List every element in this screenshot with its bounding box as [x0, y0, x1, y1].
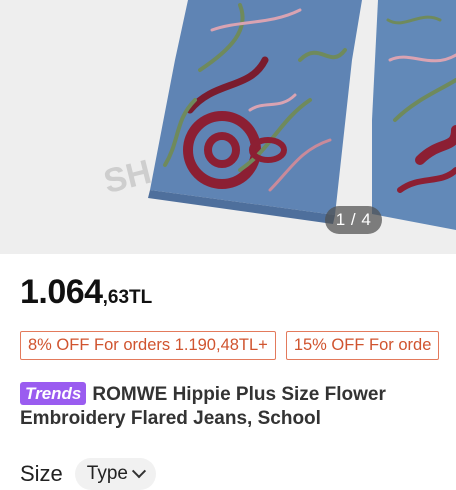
- product-image-gallery[interactable]: SH 1 / 4: [0, 0, 456, 254]
- coupon-badge[interactable]: 15% OFF For orde: [285, 331, 440, 360]
- price-minor: ,63TL: [102, 287, 153, 308]
- size-label: Size: [20, 461, 63, 486]
- trends-badge[interactable]: Trends: [20, 382, 87, 405]
- product-price: 1.064 ,63TL: [20, 273, 152, 312]
- size-type-label: Type: [86, 463, 128, 484]
- product-title: Trends ROMWE Hippie Plus Size Flower Embr…: [20, 382, 450, 431]
- coupon-badge[interactable]: 8% OFF For orders 1.190,48TL+: [20, 331, 276, 360]
- product-image: [148, 0, 456, 230]
- size-selector-row: Size Type: [20, 458, 156, 490]
- size-type-dropdown[interactable]: Type: [74, 458, 156, 490]
- chevron-down-icon: [131, 464, 147, 479]
- price-major: 1.064: [20, 273, 103, 311]
- image-counter: 1 / 4: [325, 206, 382, 234]
- coupon-list: 8% OFF For orders 1.190,48TL+ 15% OFF Fo…: [20, 331, 440, 360]
